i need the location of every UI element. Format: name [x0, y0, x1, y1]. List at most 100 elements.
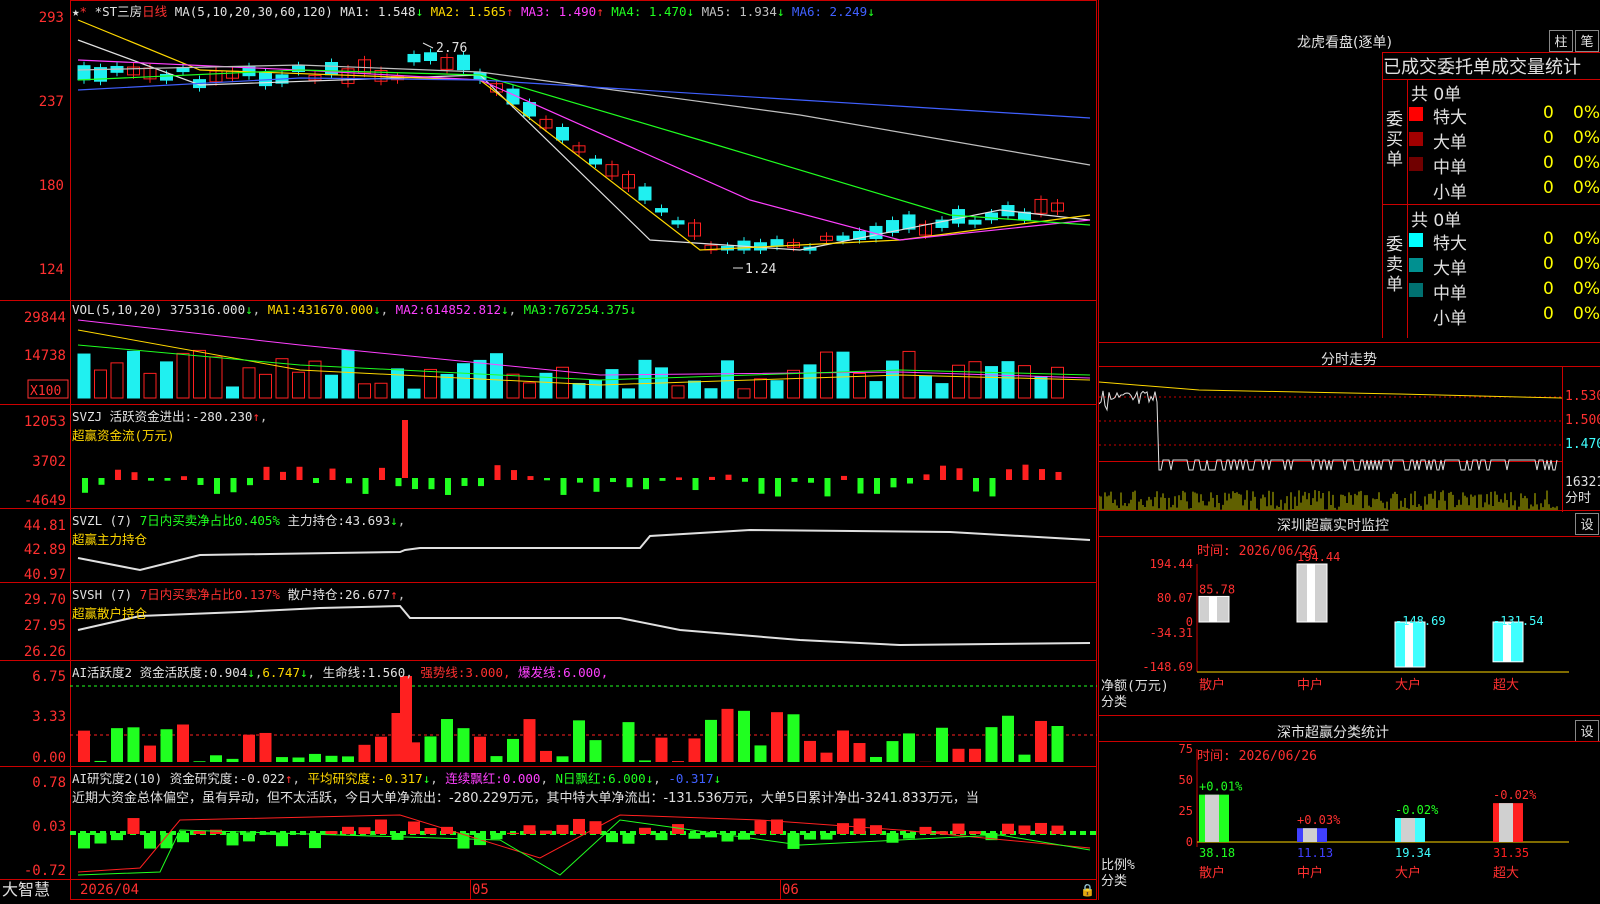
sell-row: 小单00% — [1383, 303, 1600, 327]
fund-flow-bar — [363, 478, 369, 494]
szc-bar-highlight — [1205, 795, 1219, 842]
ai-nred: 6.000 — [608, 771, 646, 786]
fund-flow-bar — [313, 478, 319, 483]
row-name: 小单 — [1433, 178, 1467, 203]
activity-bar — [293, 758, 305, 762]
ai-strong-label: 强势线: — [420, 665, 465, 680]
research-bar — [1035, 823, 1047, 834]
fenshi-price-line — [1099, 391, 1557, 470]
ai-burst-label: 爆发线: — [518, 665, 563, 680]
volume-bar — [458, 364, 470, 398]
vol-ma3-line — [78, 345, 1090, 380]
sell-row: 大单00% — [1383, 253, 1600, 277]
lock-icon[interactable]: 🔒 — [1080, 883, 1095, 897]
activity-bar — [821, 753, 833, 762]
swatch — [1409, 132, 1423, 146]
swatch — [1409, 308, 1423, 322]
kline-chart-canvas[interactable]: 293 237 180 124 29844 14738 12053 3702 -… — [0, 0, 1097, 900]
volume-bar — [293, 372, 305, 398]
x-date-start: 2026/04 — [80, 882, 139, 898]
fund-flow-bar — [808, 478, 814, 483]
volume-bar — [953, 365, 965, 398]
research-bar — [557, 825, 569, 834]
svzl-title: SVZL (7) — [72, 513, 132, 528]
candle — [969, 220, 981, 224]
fenshi-vol: 16321 — [1565, 475, 1600, 490]
research-bar — [359, 827, 371, 834]
row-pct: 0% — [1573, 279, 1600, 299]
szc-bar-value: 38.18 — [1199, 846, 1235, 860]
candle — [590, 159, 602, 164]
activity-bar — [623, 722, 635, 762]
ai-active-v2: 6.747 — [262, 665, 300, 680]
fenshi-chart[interactable]: 1.530 1.500 1.470 16321 分时 — [1099, 342, 1600, 512]
activity-bar — [400, 676, 412, 762]
candle — [458, 55, 470, 69]
fund-flow-bar — [825, 478, 831, 496]
research-bar — [408, 822, 420, 834]
svzl-text1: 7日内买卖净占比0.405% — [140, 513, 280, 528]
sz-bar-highlight — [1307, 564, 1315, 622]
vol-ma2-line — [78, 320, 1090, 378]
volume-bar — [359, 384, 371, 398]
fund-flow-bar — [940, 466, 946, 480]
activity-bar — [557, 756, 569, 762]
svzl-text2: 主力持仓: — [287, 513, 345, 528]
volume-bar — [260, 374, 272, 398]
research-bar — [309, 833, 321, 848]
fund-flow-bar — [627, 478, 633, 487]
ma6-value: MA6: 2.249↓ — [784, 4, 874, 19]
volume-bar — [837, 352, 849, 398]
volume-bar — [1035, 377, 1047, 398]
activity-bar — [887, 741, 899, 762]
research-bar — [755, 820, 767, 834]
ai-life-label: 生命线: — [323, 665, 368, 680]
volume-bar — [392, 369, 404, 398]
activity-bar — [128, 727, 140, 762]
activity-bar — [969, 749, 981, 762]
row-pct: 0% — [1573, 304, 1600, 324]
volume-bar — [375, 383, 387, 398]
row-name: 特大 — [1433, 229, 1467, 254]
activity-bar — [111, 728, 123, 762]
activity-bar — [689, 738, 701, 762]
fund-flow-bar — [907, 478, 913, 484]
volume-bar — [326, 375, 338, 398]
svsh-tick-3: 26.26 — [24, 644, 66, 660]
sz-axis-label2: 分类 — [1101, 695, 1127, 710]
fund-flow-bar — [99, 478, 105, 485]
ma-header: MA(5,10,20,30,60,120) — [175, 4, 333, 19]
volume-bar — [821, 352, 833, 398]
row-count: 0 — [1543, 153, 1554, 173]
sz-monitor-chart: 时间: 2026/06/26 净额(万元) 分类 194.4480.070-34… — [1099, 512, 1600, 717]
tick-mode-button[interactable]: 笔 — [1575, 30, 1599, 52]
volume-bar — [507, 374, 519, 398]
bar-mode-button[interactable]: 柱 — [1549, 30, 1573, 52]
activity-bar — [491, 756, 503, 762]
period-label[interactable]: 日线 — [142, 4, 167, 19]
vol-ma3: 767254.375 — [554, 302, 629, 317]
research-bar — [177, 833, 189, 842]
volume-bar — [920, 376, 932, 398]
activity-bar — [870, 757, 882, 762]
volume-bar — [771, 381, 783, 398]
research-bar — [1002, 824, 1014, 834]
swatch — [1409, 182, 1423, 196]
sz-y-tick: -148.69 — [1142, 660, 1193, 674]
app-logo: 大智慧 — [2, 880, 50, 899]
fund-flow-bar — [726, 475, 732, 480]
szc-y-tick: 50 — [1179, 773, 1193, 787]
row-count: 0 — [1543, 103, 1554, 123]
ma3-value: MA3: 1.490↑ — [513, 4, 603, 19]
fund-flow-bar — [577, 478, 583, 483]
star-icon[interactable]: ★ — [72, 4, 80, 19]
activity-bar — [936, 728, 948, 762]
svzj-value: -280.230 — [192, 409, 252, 424]
main-chart-area[interactable]: 293 237 180 124 29844 14738 12053 3702 -… — [0, 0, 1097, 900]
volume-bar — [689, 381, 701, 398]
ai-avg-label: 平均研究度: — [308, 771, 378, 786]
sz-class-time: 时间: 2026/06/26 — [1197, 749, 1317, 764]
volume-bar — [672, 386, 684, 398]
research-bar — [804, 833, 816, 840]
ai-active-title: AI活跃度2 — [72, 665, 132, 680]
